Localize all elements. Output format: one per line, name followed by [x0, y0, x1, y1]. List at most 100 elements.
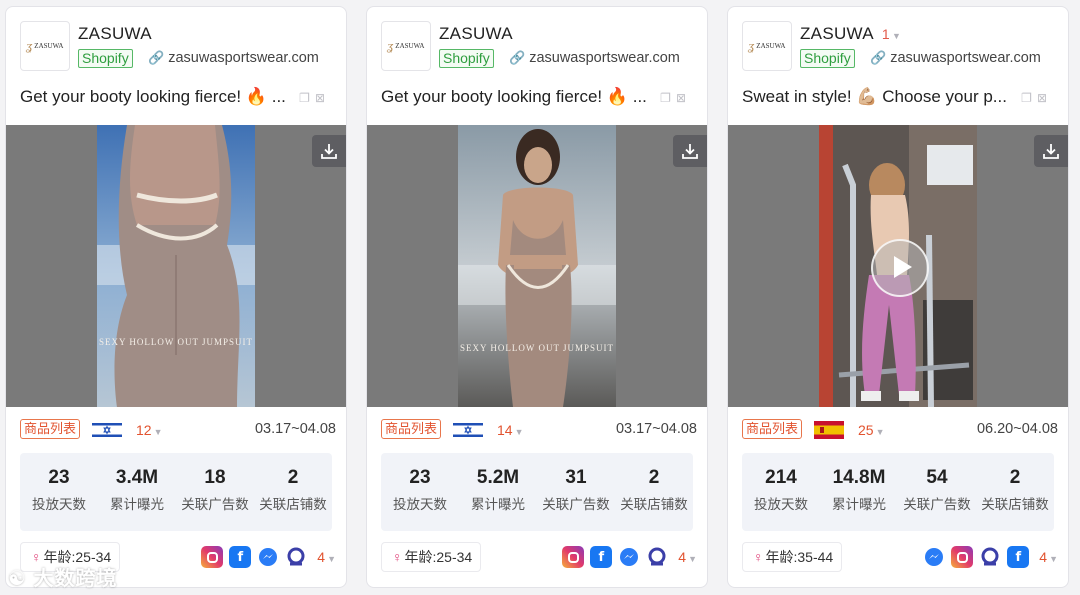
stats-panel: 214 投放天数 14.8M 累计曝光 54 关联广告数 2 关联店铺数 [742, 453, 1054, 531]
product-list-tag[interactable]: 商品列表 [20, 419, 81, 439]
stat-related-ads: 18 关联广告数 [181, 467, 249, 512]
store-link[interactable]: 🔗 zasuwasportswear.com [509, 50, 680, 66]
stats-panel: 23 投放天数 5.2M 累计曝光 31 关联广告数 2 关联店铺数 [381, 453, 693, 531]
stat-impressions: 14.8M 累计曝光 [832, 467, 886, 512]
messenger-icon[interactable] [618, 546, 640, 568]
link-icon: 🔗 [870, 50, 887, 65]
ad-description: Get your booty looking fierce! 🔥 ... [20, 87, 286, 106]
facebook-icon[interactable]: f [590, 546, 613, 568]
audience-network-icon[interactable] [979, 546, 1001, 568]
facebook-icon[interactable]: f [1007, 546, 1030, 568]
instagram-icon[interactable] [951, 546, 974, 568]
ad-media[interactable]: SEXY HOLLOW OUT JUMPSUIT [6, 125, 346, 407]
store-link[interactable]: 🔗 zasuwasportswear.com [870, 50, 1041, 66]
caret-down-icon: ▼ [1049, 554, 1058, 564]
card-meta: 商品列表 14 ▼ 03.17~04.08 [381, 418, 697, 442]
brand-logo[interactable]: ʓ ZASUWA [742, 21, 792, 71]
caret-down-icon: ▼ [875, 427, 885, 437]
ad-card-2[interactable]: ʓ ZASUWA ZASUWA Shopify 🔗 zasuwasportswear… [366, 6, 708, 588]
caret-down-icon: ▼ [327, 554, 336, 564]
ad-media[interactable]: SEXY HOLLOW OUT JUMPSUIT [367, 125, 707, 407]
brand-logo[interactable]: ʓ ZASUWA [381, 21, 431, 71]
watermark-logo-icon: ☯ [8, 568, 34, 590]
stat-related-ads: 31 关联广告数 [542, 467, 610, 512]
ad-image [97, 125, 255, 407]
caret-down-icon: ▼ [688, 554, 697, 564]
date-range: 06.20~04.08 [976, 421, 1058, 437]
date-range: 03.17~04.08 [615, 421, 697, 437]
brand-name[interactable]: ZASUWA [439, 24, 513, 44]
store-link[interactable]: 🔗 zasuwasportswear.com [148, 50, 319, 66]
stat-impressions: 5.2M 累计曝光 [471, 467, 525, 512]
stat-related-stores: 2 关联店铺数 [981, 467, 1049, 512]
israel-flag-icon [92, 421, 122, 439]
ad-description: Sweat in style! 💪🏼 Choose your p... [742, 87, 1007, 106]
stat-days: 23 投放天数 [32, 467, 86, 512]
card-header: ʓ ZASUWA ZASUWA Shopify 🔗 zasuwasportswear… [381, 21, 697, 71]
platform-count[interactable]: 4 ▼ [678, 549, 697, 565]
download-icon [682, 144, 698, 159]
age-badge: ♀ 年龄:35-44 [742, 542, 843, 572]
caret-down-icon: ▼ [153, 427, 163, 437]
ad-media[interactable] [728, 125, 1068, 407]
copy-icon[interactable]: ❐ [1021, 91, 1037, 105]
shopify-badge: Shopify [78, 49, 133, 68]
card-header: ʓ ZASUWA ZASUWA Shopify 🔗 zasuwasportswear… [20, 21, 336, 71]
caret-down-icon: ▼ [514, 427, 524, 437]
download-button[interactable] [312, 135, 346, 167]
stat-days: 214 投放天数 [754, 467, 808, 512]
date-range: 03.17~04.08 [254, 421, 336, 437]
region-count[interactable]: 12 ▼ [136, 422, 163, 438]
brand-name[interactable]: ZASUWA 1 ▼ [800, 24, 901, 44]
download-button[interactable] [673, 135, 707, 167]
age-badge: ♀ 年龄:25-34 [381, 542, 482, 572]
stats-panel: 23 投放天数 3.4M 累计曝光 18 关联广告数 2 关联店铺数 [20, 453, 332, 531]
copy-icon[interactable]: ❐ [660, 91, 676, 105]
caret-down-icon: ▼ [892, 31, 902, 41]
messenger-icon[interactable] [923, 546, 945, 568]
ad-card-1[interactable]: ʓ ZASUWA ZASUWA Shopify 🔗 zasuwasportswear… [5, 6, 347, 588]
translate-icon[interactable]: ⊠ [1037, 91, 1052, 105]
product-list-tag[interactable]: 商品列表 [381, 419, 442, 439]
stat-related-stores: 2 关联店铺数 [620, 467, 688, 512]
link-icon: 🔗 [509, 50, 526, 65]
facebook-icon[interactable]: f [229, 546, 252, 568]
translate-icon[interactable]: ⊠ [676, 91, 691, 105]
ad-card-3[interactable]: ʓ ZASUWA ZASUWA 1 ▼ Shopify 🔗 zasuwasportswe… [727, 6, 1069, 588]
messenger-icon[interactable] [257, 546, 279, 568]
platform-list: f 4 ▼ [917, 545, 1058, 569]
download-button[interactable] [1034, 135, 1068, 167]
ad-description: Get your booty looking fierce! 🔥 ... [381, 87, 647, 106]
stat-related-ads: 54 关联广告数 [903, 467, 971, 512]
stat-related-stores: 2 关联店铺数 [259, 467, 327, 512]
image-caption: SEXY HOLLOW OUT JUMPSUIT [459, 343, 615, 353]
card-footer: ♀ 年龄:35-44 f 4 ▼ [742, 540, 1058, 572]
platform-list: f 4 ▼ [195, 545, 336, 569]
stat-days: 23 投放天数 [393, 467, 447, 512]
instagram-icon[interactable] [562, 546, 585, 568]
region-count[interactable]: 14 ▼ [497, 422, 524, 438]
region-count[interactable]: 25 ▼ [858, 422, 885, 438]
platform-count[interactable]: 4 ▼ [317, 549, 336, 565]
watermark: ☯ 大数跨境 [8, 568, 118, 590]
brand-name[interactable]: ZASUWA [78, 24, 152, 44]
ad-image [458, 125, 616, 407]
instagram-icon[interactable] [201, 546, 224, 568]
card-footer: ♀ 年龄:25-34 f 4 ▼ [381, 540, 697, 572]
audience-network-icon[interactable] [285, 546, 307, 568]
download-icon [321, 144, 337, 159]
audience-network-icon[interactable] [646, 546, 668, 568]
play-icon[interactable] [871, 239, 929, 297]
product-list-tag[interactable]: 商品列表 [742, 419, 803, 439]
brand-logo[interactable]: ʓ ZASUWA [20, 21, 70, 71]
gender-female-icon: ♀ [392, 549, 403, 565]
brand-count[interactable]: 1 ▼ [882, 26, 901, 42]
copy-icon[interactable]: ❐ [299, 91, 315, 105]
download-icon [1043, 144, 1059, 159]
image-caption: SEXY HOLLOW OUT JUMPSUIT [98, 337, 254, 347]
gender-female-icon: ♀ [753, 549, 764, 565]
translate-icon[interactable]: ⊠ [315, 91, 330, 105]
platform-count[interactable]: 4 ▼ [1039, 549, 1058, 565]
card-header: ʓ ZASUWA ZASUWA 1 ▼ Shopify 🔗 zasuwasportswe… [742, 21, 1058, 71]
platform-list: f 4 ▼ [556, 545, 697, 569]
